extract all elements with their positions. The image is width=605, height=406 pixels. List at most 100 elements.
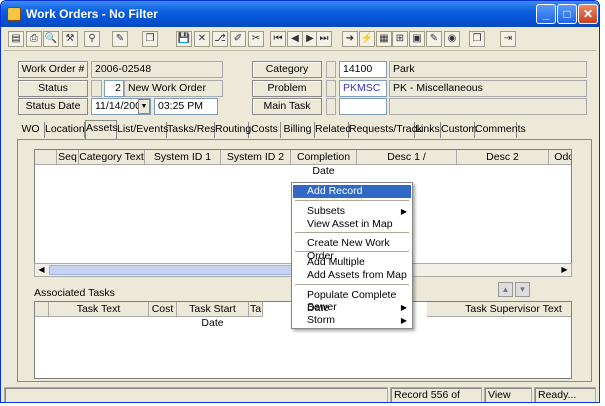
maximize-button[interactable]: □: [557, 4, 577, 24]
menu-item-label: Storm: [307, 314, 336, 326]
menu-item-add-assets-from-map[interactable]: Add Assets from Map: [293, 269, 411, 282]
minimize-button[interactable]: _: [536, 4, 556, 24]
column-header-completion-date[interactable]: Completion Date: [291, 150, 357, 177]
menu-item-label: Add Multiple: [307, 256, 365, 268]
status-marker: [91, 80, 102, 97]
menu-item-storm[interactable]: Storm ▶: [293, 314, 411, 327]
status-code-field[interactable]: 2: [104, 80, 124, 97]
cut-icon[interactable]: ✂: [248, 31, 264, 47]
column-header-category-text[interactable]: Category Text: [79, 150, 145, 165]
problem-code-field[interactable]: PKMSC: [339, 80, 387, 97]
task-column-cost[interactable]: Cost: [149, 302, 177, 317]
work-order-field[interactable]: 2006-02548: [91, 61, 223, 78]
report-icon[interactable]: ▣: [409, 31, 425, 47]
menu-separator: [295, 200, 409, 201]
title-bar[interactable]: Work Orders - No Filter _ □ ✕: [1, 1, 599, 27]
book-icon[interactable]: ❒: [469, 31, 485, 47]
scroll-left-icon[interactable]: ◀: [36, 265, 47, 275]
first-record-icon[interactable]: ⏮: [270, 31, 286, 47]
previous-record-icon[interactable]: ◀: [287, 31, 303, 47]
menu-separator: [295, 284, 409, 285]
task-column-ta[interactable]: Ta: [249, 302, 263, 317]
globe-icon[interactable]: ◉: [444, 31, 460, 47]
submenu-arrow-icon: ▶: [400, 316, 407, 325]
status-text-field: New Work Order: [124, 80, 223, 97]
print-preview-icon[interactable]: 🔍: [43, 31, 59, 47]
tools-icon[interactable]: ⚒: [62, 31, 78, 47]
print-icon[interactable]: ⎙: [26, 31, 42, 47]
window-title: Work Orders - No Filter: [26, 7, 158, 21]
scroll-right-icon[interactable]: ▶: [559, 265, 570, 275]
task-column-task-supervisor-text[interactable]: Task Supervisor Text: [427, 302, 571, 317]
menu-item-view-asset-in-map[interactable]: View Asset in Map: [293, 218, 411, 231]
category-code-field[interactable]: 14100: [339, 61, 387, 78]
tab-assets[interactable]: Assets: [85, 120, 118, 139]
tree-icon[interactable]: ⊞: [392, 31, 408, 47]
tab-requests-track[interactable]: Requests/Track: [349, 122, 422, 138]
save-icon[interactable]: 💾: [176, 31, 192, 47]
row-selector-header: [35, 150, 57, 165]
column-header-odome[interactable]: Odome: [549, 150, 571, 165]
main-task-code-field[interactable]: [339, 98, 387, 115]
submenu-arrow-icon: ▶: [400, 303, 407, 312]
menu-item-add-multiple[interactable]: Add Multiple: [293, 256, 411, 269]
category-label[interactable]: Category: [252, 61, 322, 78]
tab-tasks-res[interactable]: Tasks/Res: [167, 122, 215, 138]
main-task-label[interactable]: Main Task: [252, 98, 322, 115]
exit-icon[interactable]: ⇥: [500, 31, 516, 47]
filter-icon[interactable]: ⚲: [84, 31, 100, 47]
context-menu: Add Record Subsets ▶ View Asset in Map Creat…: [291, 182, 413, 329]
move-down-icon[interactable]: ▼: [515, 282, 530, 297]
menu-item-label: Add Assets from Map: [307, 269, 407, 281]
edit-icon[interactable]: ✐: [230, 31, 246, 47]
menu-item-subsets[interactable]: Subsets ▶: [293, 205, 411, 218]
go-icon[interactable]: ➜: [342, 31, 358, 47]
column-header-system-id-1[interactable]: System ID 1: [145, 150, 221, 165]
delete-icon[interactable]: ✕: [194, 31, 210, 47]
tab-wo[interactable]: WO: [17, 122, 45, 138]
column-header-desc-1[interactable]: Desc 1 /: [357, 150, 457, 165]
column-header-seq[interactable]: Seq: [57, 150, 79, 165]
map-icon[interactable]: ▦: [376, 31, 392, 47]
eraser-icon[interactable]: ✎: [426, 31, 442, 47]
notes-icon[interactable]: ✎: [112, 31, 128, 47]
menu-item-sewer[interactable]: Sewer ▶: [293, 301, 411, 314]
tile-icon[interactable]: ▤: [8, 31, 24, 47]
date-dropdown-icon[interactable]: ▼: [138, 99, 150, 114]
problem-label[interactable]: Problem: [252, 80, 322, 97]
close-button[interactable]: ✕: [578, 4, 598, 24]
status-date-label[interactable]: Status Date: [18, 98, 88, 115]
tab-billing[interactable]: Billing: [281, 122, 315, 138]
tab-location[interactable]: Location: [45, 122, 85, 138]
status-time-field[interactable]: 03:25 PM: [154, 98, 218, 115]
work-order-label[interactable]: Work Order #: [18, 61, 88, 78]
tab-related[interactable]: Related: [315, 122, 351, 138]
copy-icon[interactable]: ❐: [142, 31, 158, 47]
row-selector-header: [35, 302, 49, 317]
lightning-icon[interactable]: ⚡: [359, 31, 375, 47]
menu-item-label: Add Record: [307, 185, 363, 197]
column-header-desc-2[interactable]: Desc 2: [457, 150, 549, 165]
problem-marker: [326, 80, 336, 97]
category-marker: [326, 61, 336, 78]
status-label[interactable]: Status: [18, 80, 88, 97]
task-column-task-start-date[interactable]: Task Start Date: [177, 302, 249, 329]
menu-item-add-record[interactable]: Add Record: [293, 185, 411, 198]
work-orders-window: Work Orders - No Filter _ □ ✕ ▤ ⎙ 🔍 ⚒ ⚲ ✎ ❐ 💾 ✕ ⎇…: [0, 0, 600, 403]
menu-separator: [295, 232, 409, 233]
attach-icon[interactable]: ⎇: [212, 31, 228, 47]
tab-comments[interactable]: Comments: [475, 122, 526, 138]
column-header-system-id-2[interactable]: System ID 2: [221, 150, 291, 165]
tab-routing[interactable]: Routing: [215, 122, 251, 138]
menu-item-create-new-work-order[interactable]: Create New Work Order: [293, 237, 411, 262]
record-count: Record 556 of 3339: [390, 387, 482, 402]
move-up-icon[interactable]: ▲: [498, 282, 513, 297]
problem-text-field: PK - Miscellaneous: [389, 80, 587, 97]
last-record-icon[interactable]: ⏭: [316, 31, 332, 47]
tab-links[interactable]: Links: [415, 122, 441, 138]
scroll-thumb[interactable]: [49, 265, 299, 275]
task-column-task-text[interactable]: Task Text: [49, 302, 149, 317]
tab-costs[interactable]: Costs: [249, 122, 281, 138]
tab-list-events[interactable]: List/Events: [117, 122, 168, 138]
tab-custom[interactable]: Custom: [441, 122, 477, 138]
